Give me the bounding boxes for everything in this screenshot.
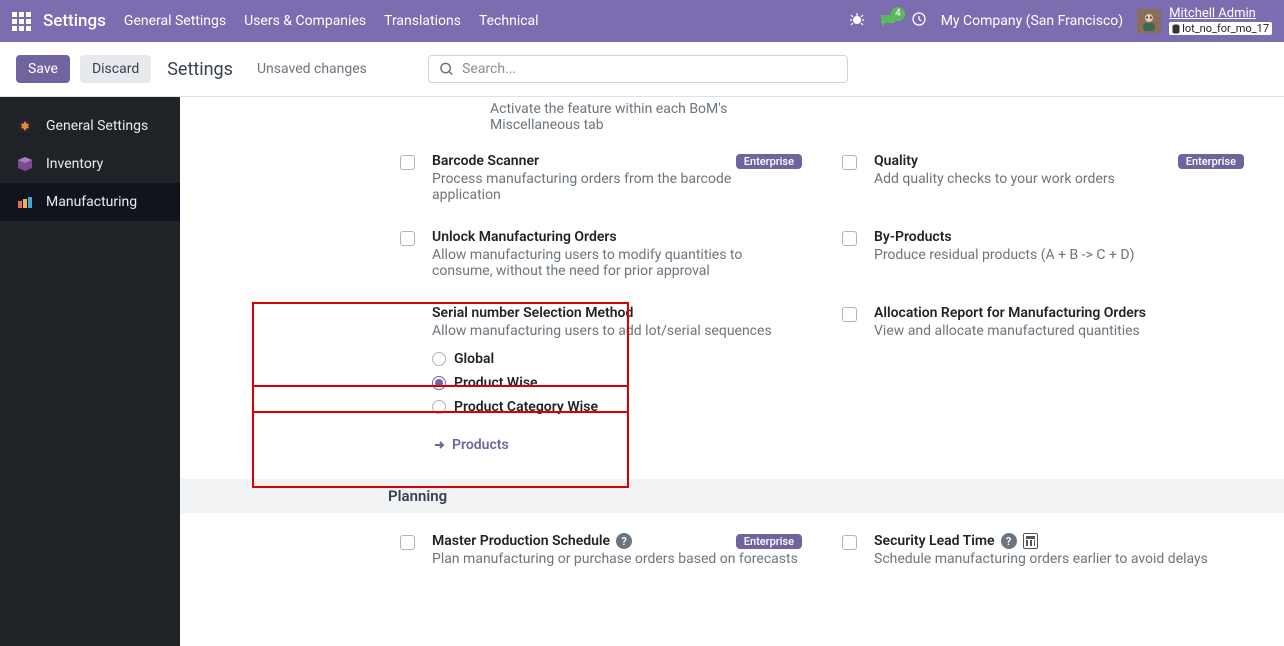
prev-setting-desc: Activate the feature within each BoM's M… xyxy=(180,97,820,133)
clock-icon[interactable] xyxy=(911,11,927,31)
sidebar-item-label: Inventory xyxy=(46,156,103,172)
avatar xyxy=(1137,9,1161,33)
sidebar-item-inventory[interactable]: Inventory xyxy=(0,145,180,183)
box-icon xyxy=(16,155,34,173)
search-icon xyxy=(439,61,454,77)
sidebar-item-label: Manufacturing xyxy=(46,194,137,210)
module-name[interactable]: Settings xyxy=(43,11,106,31)
checkbox-allocation[interactable] xyxy=(842,307,857,322)
user-menu[interactable]: Mitchell Admin lot_no_for_mo_17 xyxy=(1137,7,1272,35)
menu-general-settings[interactable]: General Settings xyxy=(124,13,226,29)
menu-users-companies[interactable]: Users & Companies xyxy=(244,13,366,29)
gear-icon xyxy=(16,117,34,135)
factory-icon xyxy=(16,193,34,211)
radio-product-wise[interactable]: Product Wise xyxy=(432,371,802,395)
setting-barcode: Barcode ScannerEnterprise Process manufa… xyxy=(400,139,802,203)
company-selector[interactable]: My Company (San Francisco) xyxy=(941,13,1123,29)
checkbox-lead[interactable] xyxy=(842,535,857,550)
save-button[interactable]: Save xyxy=(16,55,70,83)
chat-icon[interactable]: 4 xyxy=(879,13,897,29)
checkbox-quality[interactable] xyxy=(842,155,857,170)
products-link[interactable]: Products xyxy=(432,437,802,453)
radio-global[interactable]: Global xyxy=(432,347,802,371)
chat-count: 4 xyxy=(891,7,905,21)
checkbox-unlock[interactable] xyxy=(400,231,415,246)
unsaved-indicator: Unsaved changes xyxy=(257,61,367,77)
top-menu: General Settings Users & Companies Trans… xyxy=(124,13,539,29)
radio-category-wise[interactable]: Product Category Wise xyxy=(432,395,802,419)
sidebar-item-manufacturing[interactable]: Manufacturing xyxy=(0,183,180,221)
control-panel: Save Discard Settings Unsaved changes xyxy=(0,42,1284,97)
enterprise-badge: Enterprise xyxy=(736,534,802,549)
setting-unlock: Unlock Manufacturing Orders Allow manufa… xyxy=(400,215,802,279)
user-name: Mitchell Admin xyxy=(1169,7,1272,20)
enterprise-badge: Enterprise xyxy=(736,154,802,169)
apps-icon[interactable] xyxy=(12,12,31,31)
settings-sidebar: General Settings Inventory Manufacturing xyxy=(0,97,180,646)
settings-content: Activate the feature within each BoM's M… xyxy=(180,97,1284,646)
search-input[interactable] xyxy=(462,61,837,77)
sidebar-item-label: General Settings xyxy=(46,118,148,134)
breadcrumb: Settings xyxy=(167,59,233,80)
menu-technical[interactable]: Technical xyxy=(479,13,539,29)
database-tag: lot_no_for_mo_17 xyxy=(1169,22,1272,35)
calculator-icon xyxy=(1023,533,1038,549)
radio-icon xyxy=(432,400,446,414)
top-nav: Settings General Settings Users & Compan… xyxy=(0,0,1284,42)
radio-icon xyxy=(432,376,446,390)
checkbox-mps[interactable] xyxy=(400,535,415,550)
checkbox-byproducts[interactable] xyxy=(842,231,857,246)
help-icon[interactable]: ? xyxy=(1001,533,1017,549)
radio-icon xyxy=(432,352,446,366)
section-planning: Planning xyxy=(180,479,1284,513)
setting-byproducts: By-Products Produce residual products (A… xyxy=(842,215,1244,279)
help-icon[interactable]: ? xyxy=(616,533,632,549)
setting-lead-time: Security Lead Time? Schedule manufacturi… xyxy=(842,519,1244,567)
arrow-right-icon xyxy=(432,438,446,452)
setting-serial: Serial number Selection Method Allow man… xyxy=(400,291,802,453)
menu-translations[interactable]: Translations xyxy=(384,13,461,29)
setting-allocation: Allocation Report for Manufacturing Orde… xyxy=(842,291,1244,453)
search-box[interactable] xyxy=(428,55,848,83)
sidebar-item-general[interactable]: General Settings xyxy=(0,107,180,145)
checkbox-barcode[interactable] xyxy=(400,155,415,170)
bug-icon[interactable] xyxy=(849,11,865,31)
setting-quality: QualityEnterprise Add quality checks to … xyxy=(842,139,1244,203)
setting-mps: Master Production Schedule?Enterprise Pl… xyxy=(400,519,802,567)
discard-button[interactable]: Discard xyxy=(80,55,151,83)
enterprise-badge: Enterprise xyxy=(1178,154,1244,169)
